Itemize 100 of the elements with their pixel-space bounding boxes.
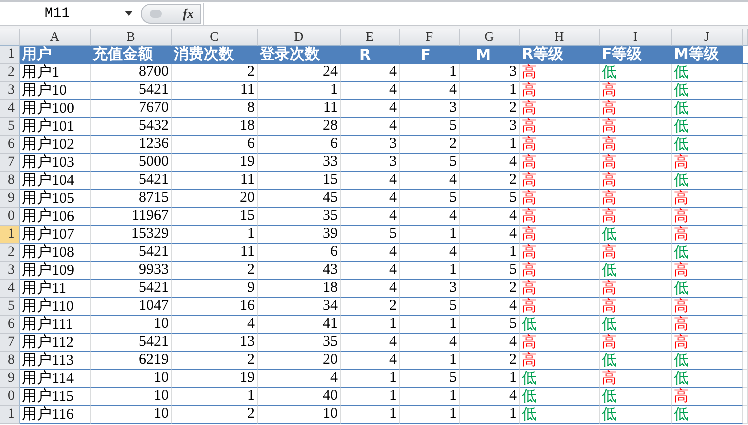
select-all-button[interactable] — [0, 29, 20, 46]
grade-cell: 高 — [600, 370, 672, 388]
grade-cell: 高 — [672, 316, 743, 334]
table-cell: 用户104 — [20, 172, 91, 190]
table-cell: 6 — [258, 136, 341, 154]
column-header[interactable]: A — [20, 29, 91, 46]
row-header[interactable]: 7 — [0, 154, 20, 172]
table-cell: 5432 — [91, 118, 172, 136]
grade-cell: 高 — [672, 388, 743, 406]
table-cell: 8 — [172, 100, 258, 118]
caret-icon[interactable] — [125, 11, 133, 16]
grade-cell: 低 — [600, 64, 672, 82]
table-cell: 用户113 — [20, 352, 91, 370]
table-cell: 11 — [172, 172, 258, 190]
table-cell: 用户108 — [20, 244, 91, 262]
table-cell: 用户110 — [20, 298, 91, 316]
grade-cell: 高 — [520, 64, 600, 82]
row-header[interactable]: 0 — [0, 208, 20, 226]
table-cell: 10 — [91, 316, 172, 334]
table-cell: 1047 — [91, 298, 172, 316]
grade-cell: 低 — [520, 370, 600, 388]
table-cell: 1 — [341, 388, 400, 406]
grade-cell: 高 — [672, 298, 743, 316]
table-cell: 4 — [400, 82, 460, 100]
row-header[interactable]: 3 — [0, 82, 20, 100]
grade-cell: 高 — [520, 172, 600, 190]
header-cell: F等级 — [600, 46, 672, 64]
row-header[interactable]: 9 — [0, 370, 20, 388]
grade-cell: 低 — [600, 262, 672, 280]
table-cell: 13 — [172, 334, 258, 352]
row-header[interactable]: 2 — [0, 64, 20, 82]
grade-cell: 高 — [520, 82, 600, 100]
row-header[interactable]: 5 — [0, 298, 20, 316]
column-header[interactable]: I — [600, 29, 672, 46]
grade-cell: 高 — [600, 100, 672, 118]
column-header[interactable] — [743, 29, 748, 46]
name-box[interactable]: M11 — [0, 2, 125, 24]
row-header[interactable]: 1 — [0, 46, 20, 64]
table-cell: 用户1 — [20, 64, 91, 82]
column-header[interactable]: C — [172, 29, 258, 46]
table-cell: 1 — [400, 388, 460, 406]
table-cell: 5 — [341, 226, 400, 244]
table-cell: 1 — [172, 388, 258, 406]
grade-cell: 高 — [600, 190, 672, 208]
row-header[interactable]: 8 — [0, 352, 20, 370]
table-cell: 11967 — [91, 208, 172, 226]
row-header[interactable]: 4 — [0, 100, 20, 118]
table-cell: 5 — [400, 154, 460, 172]
table-cell: 用户109 — [20, 262, 91, 280]
table-cell: 1 — [172, 226, 258, 244]
table-cell: 4 — [460, 334, 520, 352]
row-header[interactable]: 3 — [0, 262, 20, 280]
row-header[interactable]: 5 — [0, 118, 20, 136]
row-header[interactable]: 4 — [0, 280, 20, 298]
table-cell: 10 — [91, 388, 172, 406]
grade-cell: 低 — [672, 82, 743, 100]
table-cell: 8715 — [91, 190, 172, 208]
header-cell: 用户 — [20, 46, 91, 64]
grade-cell: 高 — [520, 244, 600, 262]
table-cell: 4 — [460, 154, 520, 172]
grade-cell: 高 — [600, 172, 672, 190]
table-cell: 5 — [400, 118, 460, 136]
table-cell: 34 — [258, 298, 341, 316]
grade-cell: 高 — [672, 262, 743, 280]
header-cell: M等级 — [672, 46, 743, 64]
row-header[interactable]: 0 — [0, 388, 20, 406]
grade-cell: 高 — [520, 280, 600, 298]
row-header[interactable]: 6 — [0, 316, 20, 334]
row-header[interactable]: 1 — [0, 406, 20, 424]
table-cell: 1 — [460, 406, 520, 424]
row-header[interactable]: 2 — [0, 244, 20, 262]
row-header[interactable]: 8 — [0, 172, 20, 190]
row-header[interactable]: 7 — [0, 334, 20, 352]
table-cell: 4 — [341, 208, 400, 226]
grade-cell: 高 — [520, 298, 600, 316]
column-header[interactable]: G — [460, 29, 520, 46]
column-header[interactable]: B — [91, 29, 172, 46]
table-cell: 24 — [258, 64, 341, 82]
table-cell: 28 — [258, 118, 341, 136]
column-header[interactable]: J — [672, 29, 743, 46]
row-header[interactable]: 1 — [0, 226, 20, 244]
table-cell: 5 — [400, 298, 460, 316]
table-cell: 用户101 — [20, 118, 91, 136]
row-header[interactable]: 9 — [0, 190, 20, 208]
column-header[interactable]: F — [400, 29, 460, 46]
table-cell: 4 — [460, 226, 520, 244]
table-cell: 4 — [341, 262, 400, 280]
grade-cell: 低 — [520, 388, 600, 406]
column-header[interactable]: H — [520, 29, 600, 46]
header-cell: M — [460, 46, 520, 64]
column-header[interactable]: E — [341, 29, 400, 46]
grade-cell: 低 — [672, 118, 743, 136]
table-cell: 1 — [341, 370, 400, 388]
column-header[interactable]: D — [258, 29, 341, 46]
grade-cell: 高 — [520, 154, 600, 172]
table-cell: 5421 — [91, 244, 172, 262]
row-header[interactable]: 6 — [0, 136, 20, 154]
function-button[interactable]: fx — [183, 6, 194, 22]
table-cell: 1 — [400, 262, 460, 280]
grip-icon[interactable] — [150, 10, 162, 18]
